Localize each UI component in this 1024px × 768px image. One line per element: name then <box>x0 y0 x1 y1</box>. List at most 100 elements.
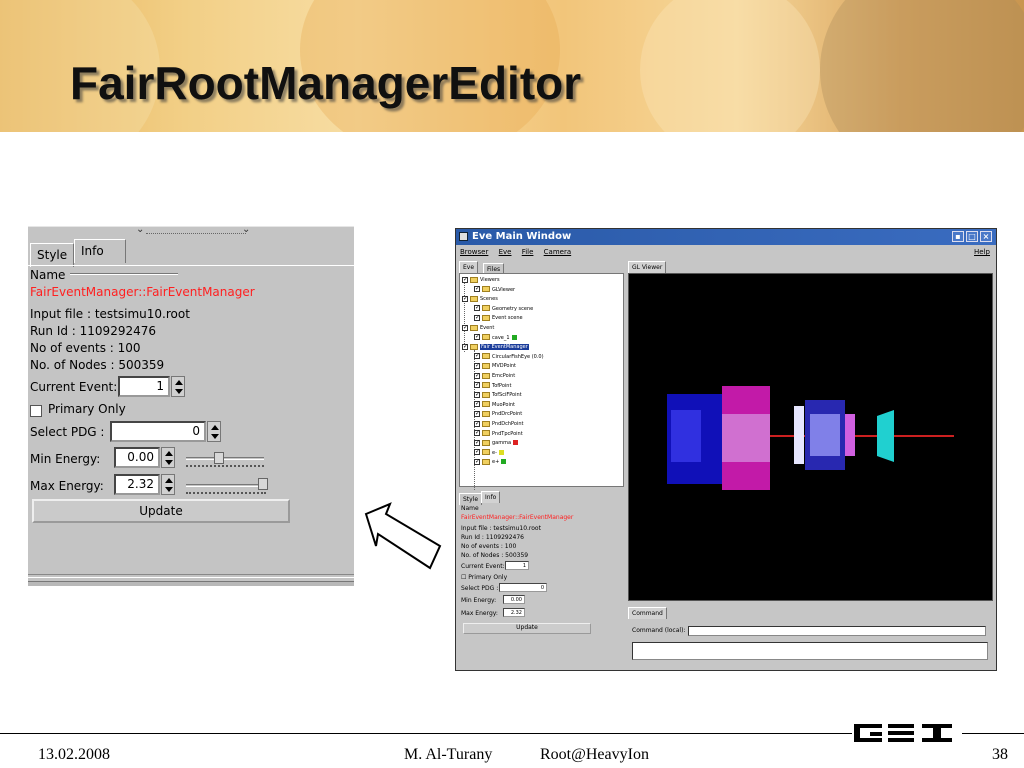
tree-checkbox[interactable] <box>474 419 480 428</box>
tree-checkbox[interactable] <box>474 409 480 418</box>
name-value: FairEventManager::FairEventManager <box>30 285 255 299</box>
menu-eve[interactable]: Eve <box>499 248 512 256</box>
gl-viewer-canvas[interactable] <box>628 273 993 601</box>
tree-checkbox[interactable] <box>474 303 480 312</box>
folder-icon <box>470 295 478 302</box>
select-pdg-field[interactable]: 0 <box>110 421 206 442</box>
editor-splitter[interactable]: ⌄ ⌄ <box>28 227 354 239</box>
tree-checkbox[interactable] <box>474 447 480 456</box>
tree-item[interactable]: Geometry scene <box>474 303 533 314</box>
gsi-logo <box>852 720 962 746</box>
chevron-down-icon[interactable]: ⌄ <box>242 227 250 235</box>
tree-item[interactable]: CircularFishEye (0.0) <box>474 351 544 362</box>
tree-checkbox[interactable] <box>474 351 480 360</box>
command-input[interactable] <box>688 626 986 636</box>
min-energy-spinner[interactable] <box>161 447 175 468</box>
current-event-spinner[interactable] <box>171 376 185 397</box>
tab-gl-viewer[interactable]: GL Viewer <box>628 261 667 273</box>
eve-tree-panel[interactable]: Viewers GLViewer Scenes Geometry scene Event… <box>459 273 624 490</box>
tree-checkbox[interactable] <box>474 390 480 399</box>
close-icon[interactable]: × <box>980 231 992 242</box>
menu-help[interactable]: Help <box>974 248 990 256</box>
tree-checkbox[interactable] <box>474 457 480 466</box>
tree-item[interactable]: Event scene <box>474 313 523 323</box>
tree-item[interactable]: Fair EventManager <box>462 342 529 352</box>
tree-item[interactable]: PndDrcPoint <box>474 409 522 419</box>
tree-checkbox[interactable] <box>474 361 480 370</box>
tree-checkbox[interactable] <box>462 275 468 284</box>
banner-decoration <box>820 0 1024 132</box>
menu-camera[interactable]: Camera <box>544 248 571 256</box>
banner-decoration <box>640 0 820 132</box>
tree-item-label: e- <box>492 449 497 456</box>
tab-eve[interactable]: Eve <box>459 261 479 273</box>
chevron-down-icon[interactable]: ⌄ <box>136 227 144 235</box>
tree-item[interactable]: PndTpcPoint <box>474 428 523 439</box>
tree-checkbox[interactable] <box>474 371 480 380</box>
max-energy-slider-thumb[interactable] <box>258 478 268 490</box>
tree-item[interactable]: EmcPoint <box>474 371 515 381</box>
small-min-energy-field[interactable]: 0.00 <box>503 595 525 604</box>
min-energy-field[interactable]: 0.00 <box>114 447 160 468</box>
tree-checkbox[interactable] <box>474 438 480 447</box>
update-button[interactable]: Update <box>32 499 290 523</box>
small-current-event-field[interactable]: 1 <box>505 561 529 570</box>
tree-item[interactable]: GLViewer <box>474 284 515 295</box>
min-energy-slider[interactable] <box>186 457 264 460</box>
tree-checkbox[interactable] <box>462 323 468 332</box>
tree-checkbox[interactable] <box>462 342 468 351</box>
max-energy-spinner[interactable] <box>161 474 175 495</box>
tab-command[interactable]: Command <box>628 607 667 619</box>
tree-checkbox[interactable] <box>462 294 468 303</box>
min-energy-slider-thumb[interactable] <box>214 452 224 464</box>
select-pdg-spinner[interactable] <box>207 421 221 442</box>
tree-item-label: Scenes <box>480 296 498 303</box>
tab-style[interactable]: Style <box>30 243 75 267</box>
menu-browser[interactable]: Browser <box>460 248 488 256</box>
small-tab-info[interactable]: Info <box>481 491 501 503</box>
tree-checkbox[interactable] <box>474 284 480 293</box>
primary-only-checkbox[interactable] <box>30 405 42 417</box>
maximize-icon[interactable]: □ <box>966 231 978 242</box>
tree-item[interactable]: PndDchPoint <box>474 419 524 429</box>
small-max-energy-label: Max Energy: <box>461 610 498 617</box>
tree-item[interactable]: MVDPoint <box>474 361 516 371</box>
max-energy-slider[interactable] <box>186 484 266 487</box>
menu-file[interactable]: File <box>522 248 534 256</box>
tree-checkbox[interactable] <box>474 332 480 341</box>
window-titlebar[interactable]: Eve Main Window ▪ □ × <box>456 229 996 245</box>
tab-info[interactable]: Info <box>74 239 126 263</box>
menu-bar: Browser Eve File Camera Help <box>456 246 996 259</box>
tree-checkbox[interactable] <box>474 313 480 322</box>
minimize-icon[interactable]: ▪ <box>952 231 964 242</box>
tree-checkbox[interactable] <box>474 399 480 408</box>
small-nodes-count: No. of Nodes : 500359 <box>461 552 529 559</box>
splitter-dots <box>146 233 246 234</box>
tree-checkbox[interactable] <box>474 380 480 389</box>
folder-icon <box>482 420 490 427</box>
small-name-value: FairEventManager::FairEventManager <box>461 514 574 521</box>
tree-item[interactable]: Viewers <box>462 275 500 285</box>
small-max-energy-field[interactable]: 2.32 <box>503 608 525 617</box>
min-energy-ticks <box>186 465 264 469</box>
editor-scrollbar[interactable] <box>28 581 354 586</box>
current-event-field[interactable]: 1 <box>118 376 170 397</box>
tree-item-label: gamma <box>492 440 512 447</box>
small-primary-only-checkbox-label: ☐ Primary Only <box>461 574 508 581</box>
tree-item-label: CircularFishEye (0.0) <box>492 353 544 360</box>
tree-item[interactable]: cave_1 <box>474 332 517 343</box>
max-energy-field[interactable]: 2.32 <box>114 474 160 495</box>
tree-item[interactable]: gamma <box>474 438 519 448</box>
folder-icon <box>482 334 490 341</box>
small-select-pdg-field[interactable]: 0 <box>499 583 547 592</box>
small-tab-style[interactable]: Style <box>459 493 483 505</box>
tree-item[interactable]: TofSciFPoint <box>474 390 522 400</box>
tree-item-label: TofPoint <box>492 382 512 389</box>
tree-item-label: PndDchPoint <box>492 421 524 427</box>
small-update-button[interactable]: Update <box>463 623 591 634</box>
tree-item[interactable]: e+ <box>474 457 507 467</box>
tree-checkbox[interactable] <box>474 428 480 437</box>
tree-item[interactable]: MuoPoint <box>474 399 515 410</box>
color-marker-icon <box>513 440 519 446</box>
gsi-logo-icon <box>854 724 952 742</box>
